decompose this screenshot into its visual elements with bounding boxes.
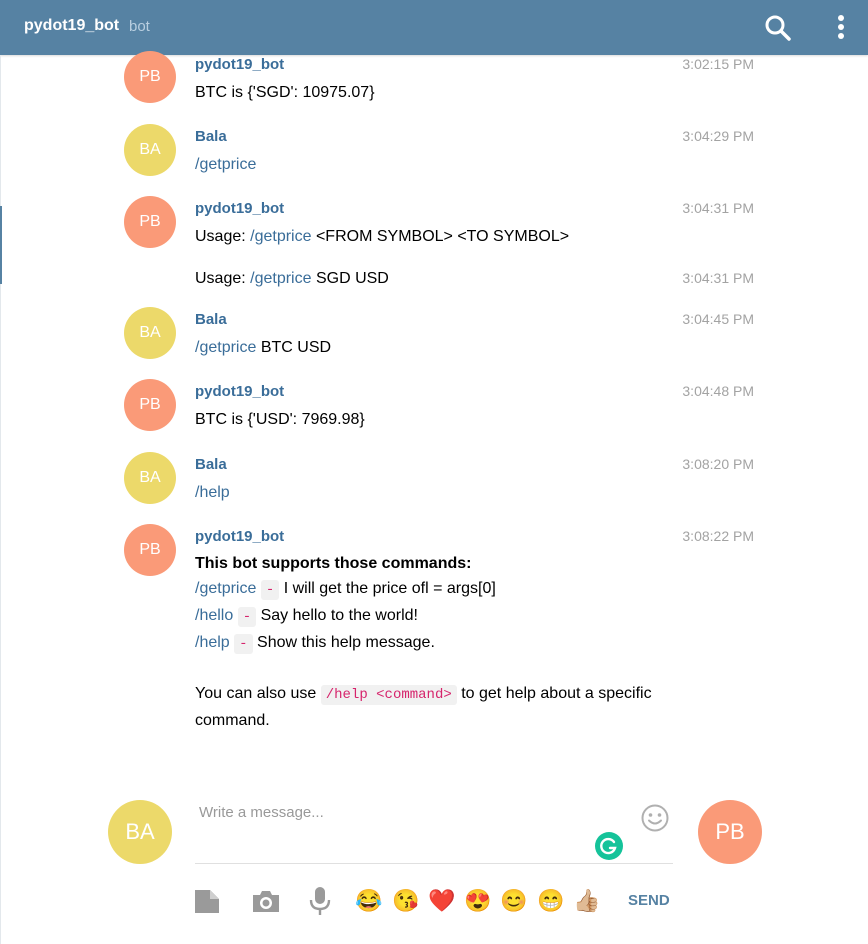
avatar[interactable]: BA bbox=[124, 124, 176, 176]
help-footer: You can also use /help <command> to get … bbox=[195, 681, 675, 734]
pane-divider bbox=[0, 55, 1, 944]
help-command-row: /hello - Say hello to the world! bbox=[195, 603, 675, 630]
usage-suffix: <FROM SYMBOL> <TO SYMBOL> bbox=[311, 228, 570, 245]
message-author[interactable]: pydot19_bot bbox=[195, 383, 284, 400]
avatar[interactable]: PB bbox=[124, 379, 176, 431]
usage-suffix: SGD USD bbox=[311, 270, 389, 287]
avatar[interactable]: PB bbox=[124, 51, 176, 103]
usage-prefix: Usage: bbox=[195, 228, 251, 245]
message-time: 3:04:31 PM bbox=[682, 270, 754, 286]
command-link[interactable]: /getprice bbox=[195, 156, 256, 173]
emoji-smiling[interactable]: 😊 bbox=[500, 887, 527, 915]
message-author[interactable]: pydot19_bot bbox=[195, 528, 284, 545]
grammarly-icon[interactable] bbox=[595, 832, 623, 860]
command-link[interactable]: /getprice bbox=[250, 228, 311, 245]
emoji-heart-eyes[interactable]: 😍 bbox=[464, 887, 491, 915]
chat-header: pydot19_bot bot bbox=[0, 0, 868, 55]
search-icon[interactable] bbox=[764, 14, 792, 42]
emoji-grinning[interactable]: 😁 bbox=[537, 887, 564, 915]
message-author[interactable]: Bala bbox=[195, 311, 227, 328]
peer-avatar[interactable]: PB bbox=[698, 800, 762, 864]
message-text: /getprice BTC USD bbox=[195, 339, 331, 357]
footer-text: You can also use bbox=[195, 685, 317, 702]
message-author[interactable]: Bala bbox=[195, 456, 227, 473]
avatar[interactable]: PB bbox=[124, 524, 176, 576]
send-button[interactable]: SEND bbox=[628, 892, 670, 909]
message-text: BTC is {'USD': 7969.98} bbox=[195, 411, 365, 428]
avatar[interactable]: BA bbox=[124, 307, 176, 359]
message-time: 3:04:45 PM bbox=[682, 311, 754, 327]
message-time: 3:08:22 PM bbox=[682, 528, 754, 544]
command-description: I will get the price ofl = args[0] bbox=[283, 580, 496, 597]
file-icon[interactable] bbox=[194, 886, 220, 916]
message-time: 3:04:29 PM bbox=[682, 128, 754, 144]
dash-code: - bbox=[260, 580, 280, 600]
help-heading: This bot supports those commands: bbox=[195, 555, 472, 572]
message-author[interactable]: Bala bbox=[195, 128, 227, 145]
command-link[interactable]: /help bbox=[195, 484, 230, 501]
message-text: Usage: /getprice <FROM SYMBOL> <TO SYMBO… bbox=[195, 228, 569, 246]
command-link[interactable]: /getprice bbox=[195, 580, 256, 597]
message-time: 3:02:15 PM bbox=[682, 56, 754, 72]
message-text: Usage: /getprice SGD USD bbox=[195, 270, 389, 288]
emoji-red-heart[interactable]: ❤️ bbox=[428, 887, 455, 915]
bot-tag: bot bbox=[129, 18, 150, 35]
avatar[interactable]: PB bbox=[124, 196, 176, 248]
usage-prefix: Usage: bbox=[195, 270, 251, 287]
microphone-icon[interactable] bbox=[308, 886, 332, 916]
dash-code: - bbox=[234, 634, 253, 654]
message-time: 3:04:48 PM bbox=[682, 383, 754, 399]
command-description: Show this help message. bbox=[257, 634, 435, 651]
help-message: This bot supports those commands: /getpr… bbox=[195, 552, 675, 734]
chat-title[interactable]: pydot19_bot bbox=[24, 17, 119, 35]
dash-code: - bbox=[237, 607, 257, 627]
message-text: BTC is {'SGD': 10975.07} bbox=[195, 84, 375, 101]
message-time: 3:04:31 PM bbox=[682, 200, 754, 216]
help-command-row: /help - Show this help message. bbox=[195, 630, 675, 657]
camera-icon[interactable] bbox=[251, 886, 281, 916]
command-link[interactable]: /help bbox=[195, 634, 230, 651]
command-link[interactable]: /hello bbox=[195, 607, 233, 624]
command-description: Say hello to the world! bbox=[260, 607, 418, 624]
more-menu-icon[interactable] bbox=[830, 12, 852, 42]
emoji-tears-of-joy[interactable]: 😂 bbox=[355, 887, 382, 915]
command-args: BTC USD bbox=[256, 339, 332, 356]
help-command-row: /getprice - I will get the price ofl = a… bbox=[195, 576, 675, 603]
emoji-thumbs-up[interactable]: 👍🏼 bbox=[573, 887, 600, 915]
message-time: 3:08:20 PM bbox=[682, 456, 754, 472]
help-command-code: /help <command> bbox=[320, 685, 457, 705]
command-link[interactable]: /getprice bbox=[195, 339, 256, 356]
message-author[interactable]: pydot19_bot bbox=[195, 56, 284, 73]
selection-accent bbox=[0, 206, 2, 284]
message-author[interactable]: pydot19_bot bbox=[195, 200, 284, 217]
avatar[interactable]: BA bbox=[124, 452, 176, 504]
emoji-picker-icon[interactable] bbox=[640, 803, 670, 833]
self-avatar[interactable]: BA bbox=[108, 800, 172, 864]
command-link[interactable]: /getprice bbox=[250, 270, 311, 287]
emoji-blowing-kiss[interactable]: 😘 bbox=[392, 887, 419, 915]
